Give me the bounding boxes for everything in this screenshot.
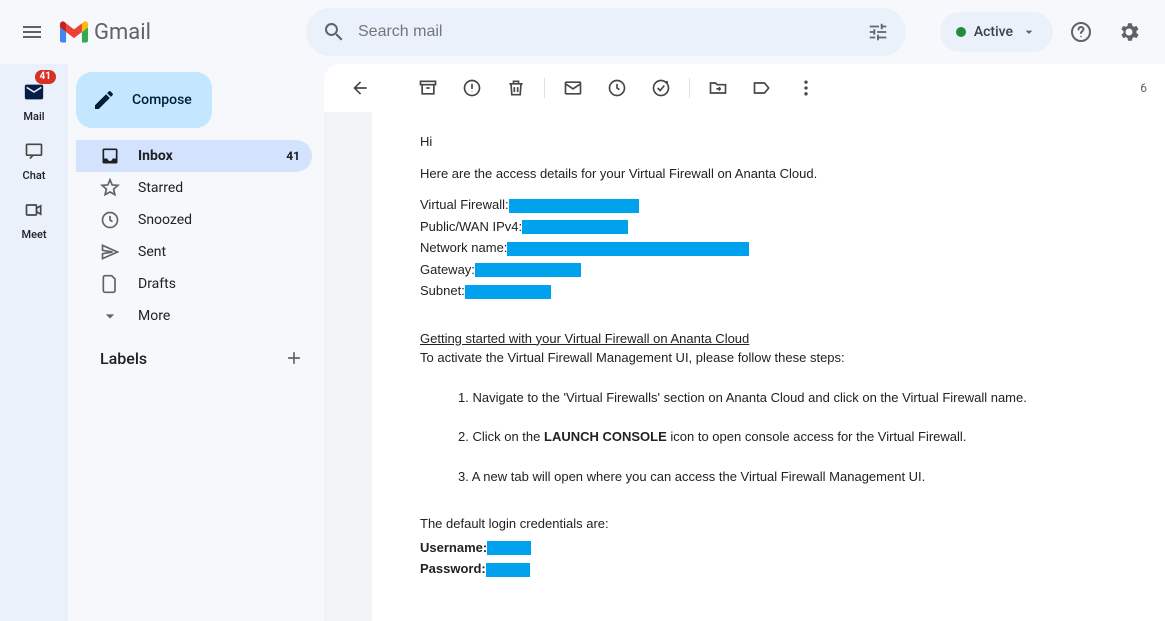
search-button[interactable] <box>314 12 354 52</box>
spam-icon <box>462 78 482 98</box>
envelope-icon <box>563 78 583 98</box>
tune-icon <box>867 21 889 43</box>
search-icon <box>322 20 346 44</box>
status-chip[interactable]: Active <box>940 12 1053 52</box>
mark-unread-button[interactable] <box>553 68 593 108</box>
move-to-button[interactable] <box>698 68 738 108</box>
redacted-value <box>522 220 628 234</box>
redacted-value <box>507 242 749 256</box>
nav-drafts[interactable]: Drafts <box>76 268 312 300</box>
mail-badge: 41 <box>35 70 56 84</box>
back-button[interactable] <box>340 68 380 108</box>
label-icon <box>752 78 772 98</box>
delete-button[interactable] <box>496 68 536 108</box>
settings-button[interactable] <box>1109 12 1149 52</box>
main-menu-button[interactable] <box>8 8 56 56</box>
nav-starred[interactable]: Starred <box>76 172 312 204</box>
spam-button[interactable] <box>452 68 492 108</box>
clock-icon <box>100 210 120 230</box>
nav-inbox[interactable]: Inbox 41 <box>76 140 312 172</box>
app-name: Gmail <box>88 20 151 45</box>
section-title: Getting started with your Virtual Firewa… <box>420 329 1027 349</box>
nav-more[interactable]: More <box>76 300 312 332</box>
add-label-button[interactable] <box>284 348 304 368</box>
redacted-value <box>486 563 530 577</box>
redacted-value <box>475 263 581 277</box>
chevron-down-icon <box>100 306 120 326</box>
main-pane: 6 Hi Here are the access details for you… <box>324 64 1165 621</box>
trash-icon <box>506 78 526 98</box>
search-input[interactable] <box>354 23 858 41</box>
chevron-down-icon <box>1021 24 1037 40</box>
arrow-left-icon <box>350 78 370 98</box>
email-body: Hi Here are the access details for your … <box>372 112 1051 621</box>
gear-icon <box>1117 20 1141 44</box>
plus-icon <box>284 348 304 368</box>
redacted-value <box>487 541 531 555</box>
support-button[interactable] <box>1061 12 1101 52</box>
snooze-button[interactable] <box>597 68 637 108</box>
star-icon <box>100 178 120 198</box>
gmail-logo[interactable]: Gmail <box>56 20 246 45</box>
status-dot-icon <box>956 27 966 37</box>
send-icon <box>100 242 120 262</box>
message-toolbar: 6 <box>324 64 1165 112</box>
compose-button[interactable]: Compose <box>76 72 212 128</box>
nav-snoozed[interactable]: Snoozed <box>76 204 312 236</box>
task-icon <box>651 78 671 98</box>
rail-meet[interactable]: Meet <box>6 190 62 245</box>
labels-button[interactable] <box>742 68 782 108</box>
search-bar[interactable] <box>306 8 906 56</box>
sidebar: Compose Inbox 41 Starred Snoozed Sent Dr… <box>68 64 324 621</box>
labels-heading: Labels <box>100 349 147 368</box>
file-icon <box>100 274 120 294</box>
menu-icon <box>20 20 44 44</box>
inbox-icon <box>100 146 120 166</box>
help-icon <box>1069 20 1093 44</box>
video-icon <box>24 200 44 220</box>
rail-mail[interactable]: 41 Mail <box>6 72 62 127</box>
redacted-value <box>509 199 639 213</box>
nav-sent[interactable]: Sent <box>76 236 312 268</box>
pencil-icon <box>92 88 116 112</box>
message-counter: 6 <box>1140 81 1149 95</box>
thread-gutter <box>324 112 372 621</box>
mail-icon <box>23 81 45 103</box>
add-task-button[interactable] <box>641 68 681 108</box>
chat-icon <box>24 141 44 161</box>
search-options-button[interactable] <box>858 12 898 52</box>
more-button[interactable] <box>786 68 826 108</box>
rail-chat[interactable]: Chat <box>6 131 62 186</box>
left-rail: 41 Mail Chat Meet <box>0 64 68 621</box>
archive-icon <box>418 78 438 98</box>
folder-move-icon <box>708 78 728 98</box>
redacted-value <box>465 285 551 299</box>
status-label: Active <box>974 24 1013 40</box>
clock-icon <box>607 78 627 98</box>
archive-button[interactable] <box>408 68 448 108</box>
gmail-logo-icon <box>60 21 88 43</box>
more-vert-icon <box>796 78 816 98</box>
